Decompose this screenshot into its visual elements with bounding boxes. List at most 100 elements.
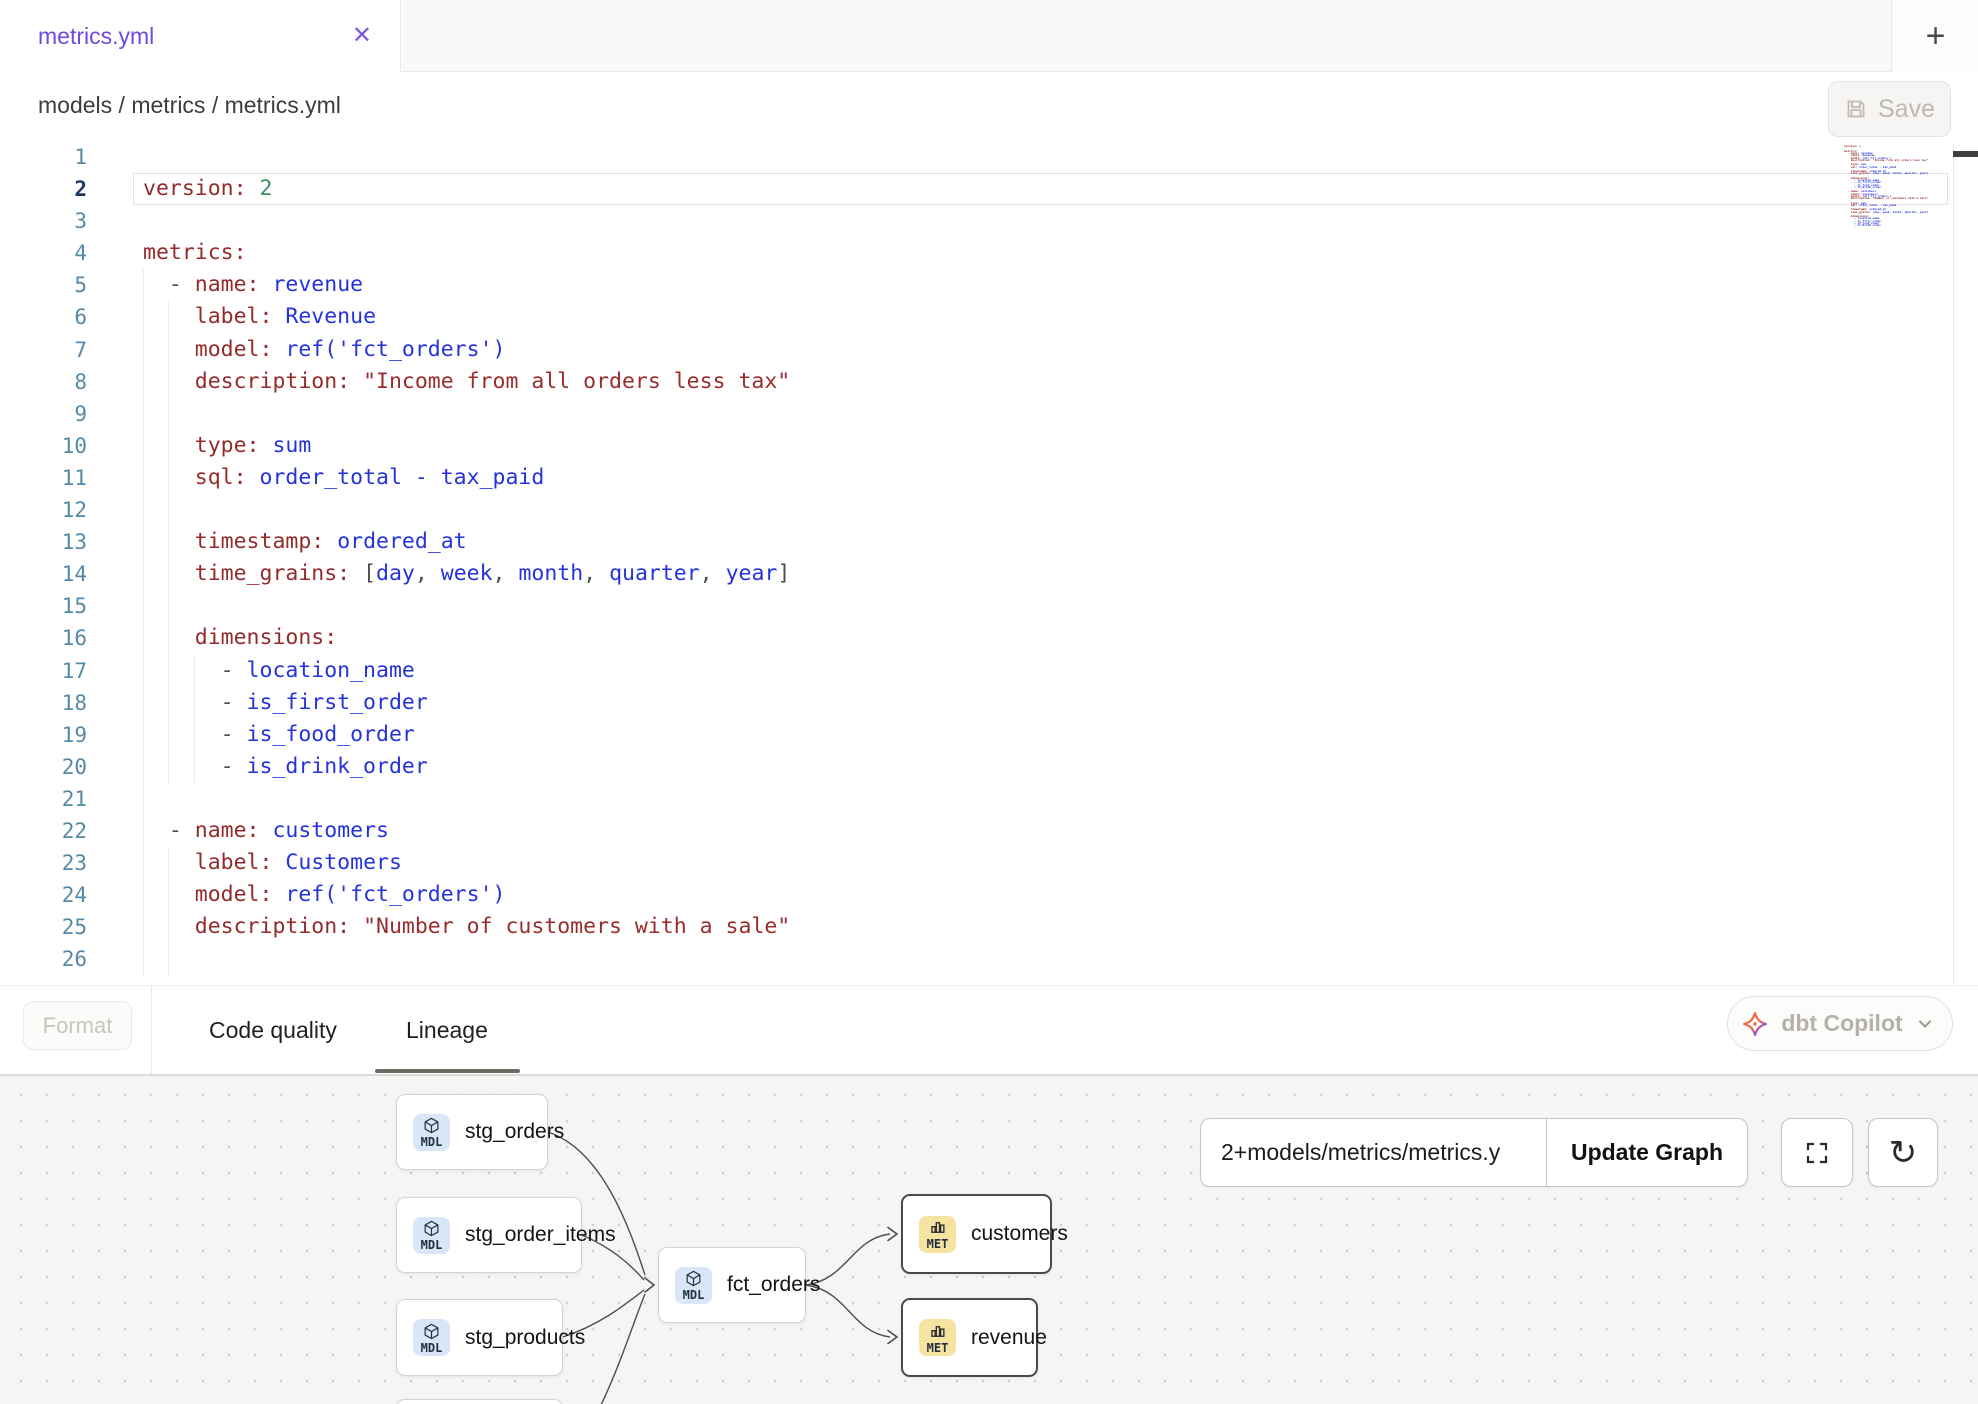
code-line[interactable]: - location_name: [143, 655, 790, 687]
code-token: ]: [1927, 171, 1929, 175]
line-number: 12: [0, 494, 87, 526]
code-token: quarter: [1905, 210, 1917, 214]
cube-icon: [422, 1219, 441, 1238]
lineage-node-partial_source[interactable]: [396, 1399, 563, 1404]
code-line[interactable]: [143, 398, 790, 430]
lineage-node-stg_products[interactable]: MDLstg_products: [396, 1299, 563, 1376]
lineage-node-stg_orders[interactable]: MDLstg_orders: [396, 1094, 548, 1170]
code-editor[interactable]: 1234567891011121314151617181920212223242…: [0, 139, 1978, 985]
code-token: time_grains:: [1851, 210, 1871, 214]
scrollbar-thumb[interactable]: [1953, 151, 1978, 157]
code-line[interactable]: - is_first_order: [143, 687, 790, 719]
code-token: [272, 337, 285, 362]
tab-bar: metrics.yml ✕ +: [0, 0, 1978, 72]
plus-icon[interactable]: +: [1926, 19, 1946, 53]
code-line[interactable]: dimensions:: [143, 622, 790, 654]
code-token: day: [376, 561, 415, 586]
lineage-node-stg_order_items[interactable]: MDLstg_order_items: [396, 1197, 582, 1273]
code-line[interactable]: - is_drink_order: [143, 751, 790, 783]
metric-node-icon: MET: [919, 1319, 956, 1356]
code-line[interactable]: [143, 943, 790, 975]
code-line[interactable]: time_grains: [day, week, month, quarter,…: [143, 558, 790, 590]
code-token: [260, 272, 273, 297]
code-token: dimensions:: [195, 625, 337, 650]
close-icon[interactable]: ✕: [352, 24, 372, 48]
line-number: 5: [0, 269, 87, 301]
node-label: revenue: [971, 1326, 1047, 1350]
line-number: 1: [0, 141, 87, 173]
code-line[interactable]: sql: order_total - tax_paid: [143, 462, 790, 494]
code-line[interactable]: [143, 783, 790, 815]
node-label: fct_orders: [727, 1273, 820, 1297]
code-token: 2: [1859, 144, 1861, 148]
line-number: 7: [0, 334, 87, 366]
line-number: 26: [0, 943, 87, 975]
code-line[interactable]: - name: customers: [143, 815, 790, 847]
code-token: month: [518, 561, 583, 586]
code-token: customers: [272, 818, 389, 843]
code-line[interactable]: label: Customers: [143, 847, 790, 879]
dbt-copilot-button[interactable]: dbt Copilot: [1727, 996, 1953, 1051]
code-token: ,: [415, 561, 441, 586]
code-token: "Income from all orders less tax": [1873, 158, 1929, 162]
code-token: sql:: [195, 465, 247, 490]
code-token: order_total - tax_paid: [1859, 203, 1896, 207]
save-button[interactable]: Save: [1828, 81, 1951, 137]
code-area[interactable]: version: 2 metrics: - name: revenue labe…: [143, 141, 790, 975]
code-token: model:: [195, 337, 273, 362]
code-line[interactable]: - is_food_order: [143, 719, 790, 751]
code-token: name:: [195, 272, 260, 297]
minimap[interactable]: version: 2 metrics: - name: revenue labe…: [1844, 143, 1944, 226]
code-line[interactable]: metrics:: [143, 237, 790, 269]
line-number: 6: [0, 301, 87, 333]
code-token: ref('fct_orders'): [285, 337, 505, 362]
code-token: "Number of customers with a sale": [1873, 196, 1929, 200]
update-graph-button[interactable]: Update Graph: [1547, 1119, 1747, 1186]
code-token: week: [1883, 210, 1890, 214]
line-number-gutter: 1234567891011121314151617181920212223242…: [0, 141, 87, 975]
lineage-node-revenue[interactable]: METrevenue: [901, 1298, 1038, 1377]
tab-lineage[interactable]: Lineage: [406, 986, 488, 1074]
code-token: location_name: [247, 658, 415, 683]
lineage-node-fct_orders[interactable]: MDLfct_orders: [658, 1247, 806, 1323]
code-line[interactable]: timestamp: ordered_at: [143, 526, 790, 558]
code-token: is_drink_order: [1857, 185, 1881, 189]
line-number: 14: [0, 558, 87, 590]
code-line[interactable]: - name: revenue: [143, 269, 790, 301]
code-line[interactable]: model: ref('fct_orders'): [143, 334, 790, 366]
code-line[interactable]: description: "Income from all orders les…: [143, 366, 790, 398]
tab-metrics-yml[interactable]: metrics.yml ✕: [0, 0, 401, 72]
format-button[interactable]: Format: [23, 1001, 132, 1050]
code-line[interactable]: [143, 205, 790, 237]
code-token: [272, 304, 285, 329]
code-line[interactable]: model: ref('fct_orders'): [143, 879, 790, 911]
lineage-graph-panel[interactable]: MDLstg_orders MDLstg_order_items MDLstg_pr…: [0, 1075, 1978, 1404]
graph-filter-input[interactable]: [1201, 1119, 1546, 1186]
line-number: 21: [0, 783, 87, 815]
code-token: is_drink_order: [1857, 223, 1881, 226]
line-number: 25: [0, 911, 87, 943]
code-line[interactable]: label: Revenue: [143, 301, 790, 333]
code-line[interactable]: [143, 141, 790, 173]
code-line[interactable]: [143, 590, 790, 622]
model-node-icon: MDL: [413, 1114, 450, 1151]
tab-code-quality[interactable]: Code quality: [209, 986, 337, 1074]
code-token: 2: [260, 176, 273, 201]
node-type-label: MET: [927, 1342, 949, 1354]
code-line[interactable]: type: sum: [143, 430, 790, 462]
fullscreen-button[interactable]: [1781, 1118, 1853, 1187]
code-line[interactable]: version: 2: [143, 173, 790, 205]
code-token: time_grains:: [195, 561, 350, 586]
code-token: [260, 818, 273, 843]
lineage-node-customers[interactable]: METcustomers: [901, 1194, 1052, 1274]
code-token: [350, 914, 363, 939]
line-number: 2: [0, 173, 87, 205]
refresh-button[interactable]: ↻: [1868, 1118, 1938, 1187]
code-token: year: [726, 561, 778, 586]
code-token: -: [221, 754, 247, 779]
cube-icon: [422, 1116, 441, 1135]
indent-guide: [194, 655, 195, 783]
code-line[interactable]: description: "Number of customers with a…: [143, 911, 790, 943]
code-line[interactable]: [143, 494, 790, 526]
copilot-label: dbt Copilot: [1780, 1010, 1904, 1037]
